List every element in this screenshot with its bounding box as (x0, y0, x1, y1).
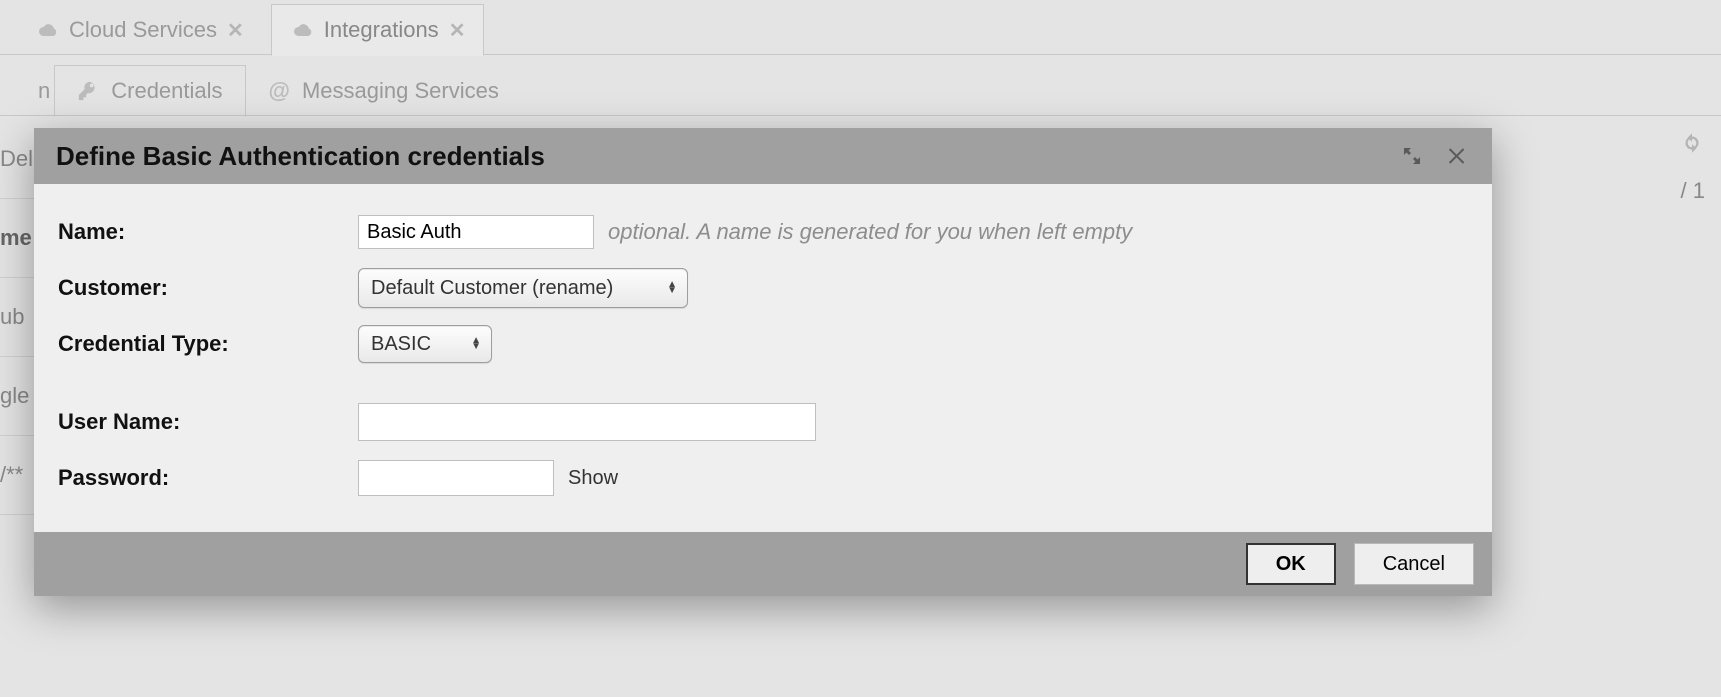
label-customer: Customer: (58, 275, 358, 301)
row-username: User Name: (58, 394, 1468, 450)
customer-select-value: Default Customer (rename) (371, 277, 613, 300)
customer-select[interactable]: Default Customer (rename) ▲▼ (358, 268, 688, 308)
subtab-credentials-label: Credentials (111, 78, 222, 104)
key-icon (77, 80, 99, 102)
label-password: Password: (58, 465, 358, 491)
label-name: Name: (58, 219, 358, 245)
close-icon[interactable]: ✕ (449, 18, 466, 43)
dialog-titlebar: Define Basic Authentication credentials (34, 128, 1492, 184)
name-input[interactable] (358, 215, 594, 249)
username-input[interactable] (358, 403, 816, 441)
top-tab-bar: Cloud Services ✕ Integrations ✕ (0, 0, 1721, 55)
refresh-icon[interactable] (1679, 130, 1705, 156)
hint-name: optional. A name is generated for you wh… (608, 219, 1132, 245)
dialog-define-credentials: Define Basic Authentication credentials … (34, 128, 1492, 596)
dialog-body: Name: optional. A name is generated for … (34, 184, 1492, 532)
password-input[interactable] (358, 460, 554, 496)
subtab-fragment: n (38, 66, 54, 116)
at-icon: @ (269, 78, 290, 104)
subtab-messaging-services[interactable]: @ Messaging Services (246, 65, 522, 116)
row-password: Password: Show (58, 450, 1468, 506)
cancel-button[interactable]: Cancel (1354, 543, 1474, 585)
dialog-title: Define Basic Authentication credentials (56, 141, 545, 172)
dialog-footer: OK Cancel (34, 532, 1492, 596)
expand-icon[interactable] (1400, 144, 1424, 168)
sub-tab-bar: n Credentials @ Messaging Services (0, 61, 1721, 116)
close-icon[interactable] (1446, 144, 1470, 168)
tab-cloud-services[interactable]: Cloud Services ✕ (16, 4, 263, 55)
chevron-updown-icon: ▲▼ (471, 338, 481, 350)
ok-button[interactable]: OK (1246, 543, 1336, 585)
chevron-updown-icon: ▲▼ (667, 282, 677, 294)
tab-integrations[interactable]: Integrations ✕ (271, 4, 485, 56)
subtab-messaging-label: Messaging Services (302, 78, 499, 104)
row-name: Name: optional. A name is generated for … (58, 204, 1468, 260)
subtab-credentials[interactable]: Credentials (54, 65, 245, 117)
credential-type-select-value: BASIC (371, 333, 431, 356)
row-customer: Customer: Default Customer (rename) ▲▼ (58, 260, 1468, 316)
close-icon[interactable]: ✕ (227, 18, 244, 43)
credential-type-select[interactable]: BASIC ▲▼ (358, 325, 492, 363)
label-username: User Name: (58, 409, 358, 435)
label-credential-type: Credential Type: (58, 331, 358, 357)
cloud-icon (290, 21, 314, 39)
cloud-icon (35, 21, 59, 39)
tab-cloud-services-label: Cloud Services (69, 17, 217, 43)
row-credential-type: Credential Type: BASIC ▲▼ (58, 316, 1468, 372)
tab-integrations-label: Integrations (324, 17, 439, 43)
show-password-link[interactable]: Show (568, 467, 618, 490)
pagination-fragment: / 1 (1681, 178, 1705, 204)
